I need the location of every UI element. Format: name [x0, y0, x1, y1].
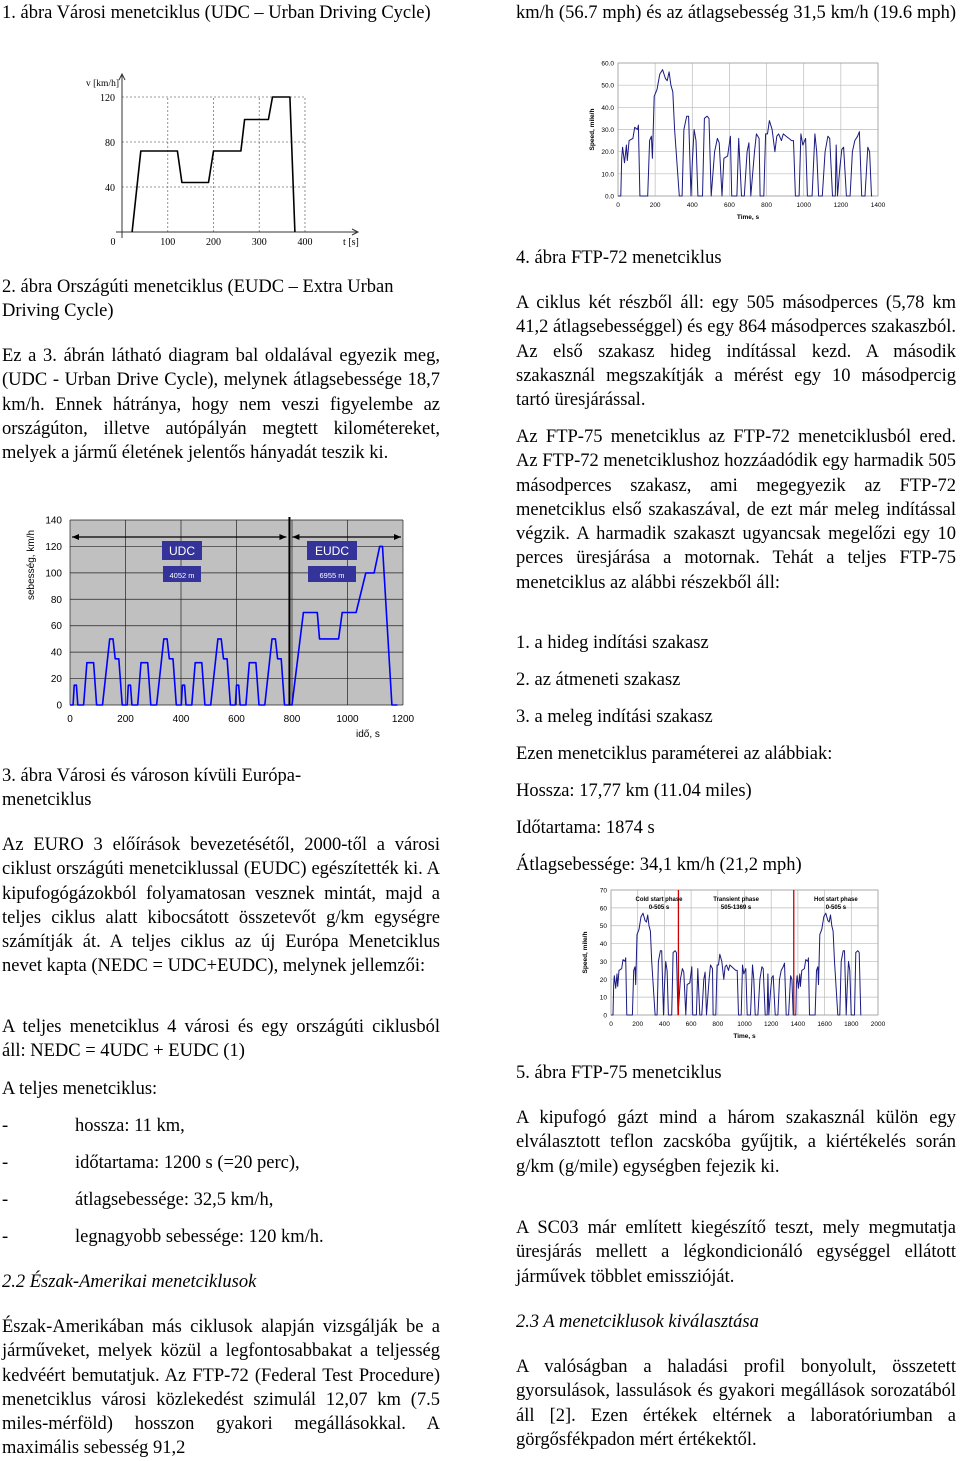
y-tick-label: 0.0	[605, 194, 614, 201]
y-tick-label: 140	[45, 516, 62, 527]
x-tick-label: 1200	[392, 714, 415, 725]
y-tick-label: 60	[51, 621, 63, 632]
y-tick-label: 40	[105, 183, 115, 194]
y-tick-label: 30	[600, 959, 608, 966]
y-tick-label: 100	[45, 568, 62, 579]
annotation-value: 6955 m	[319, 571, 344, 580]
x-tick-label: 200	[632, 1021, 643, 1028]
y-tick-label: 10	[600, 995, 608, 1002]
y-tick-label: 120	[45, 542, 62, 553]
x-tick-label: 200	[117, 714, 134, 725]
annotation-value: 4052 m	[169, 571, 194, 580]
x-tick-label: 1800	[844, 1021, 859, 1028]
x-tick-label: 800	[712, 1021, 723, 1028]
x-tick-label: 1400	[871, 202, 886, 209]
y-axis-label: sebesség, km/h	[26, 530, 37, 600]
x-tick-label: 600	[724, 202, 735, 209]
annotation-label: EUDC	[315, 544, 349, 558]
y-tick-label: 40	[51, 648, 63, 659]
x-tick-label: 400	[298, 237, 313, 248]
x-tick-label: 1600	[817, 1021, 832, 1028]
x-tick-label: 300	[252, 237, 267, 248]
y-tick-label: 20	[600, 977, 608, 984]
x-tick-label: 800	[284, 714, 301, 725]
x-tick-label: 1400	[791, 1021, 806, 1028]
x-tick-label: 0	[111, 237, 116, 248]
y-axis-label: Speed, mile/h	[582, 932, 589, 974]
y-tick-label: 20	[51, 674, 63, 685]
series-line	[618, 69, 873, 197]
x-tick-label: 2000	[871, 1021, 886, 1028]
x-tick-label: 800	[761, 202, 772, 209]
x-tick-label: 400	[687, 202, 698, 209]
y-tick-label: 40.0	[601, 105, 614, 112]
y-tick-label: 0	[603, 1013, 607, 1020]
x-tick-label: 1000	[796, 202, 811, 209]
x-tick-label: 200	[650, 202, 661, 209]
x-tick-label: 400	[659, 1021, 670, 1028]
y-tick-label: 80	[51, 595, 63, 606]
y-tick-label: 0	[56, 701, 62, 712]
phase-range: 0-505 s	[826, 905, 847, 911]
y-axis-label: v [km/h]	[86, 79, 119, 89]
y-axis-label: Speed, mile/h	[589, 109, 596, 151]
x-tick-label: 1200	[764, 1021, 779, 1028]
x-tick-label: 600	[686, 1021, 697, 1028]
figures: 40801200 100 200 300 400v [km/h]t [s]0204060…	[26, 61, 886, 1041]
y-tick-label: 20.0	[601, 149, 614, 156]
series-line	[611, 912, 862, 1016]
phase-range: 0-505 s	[649, 905, 670, 911]
x-axis-label: Time, s	[737, 214, 760, 221]
phase-range: 505-1369 s	[721, 905, 752, 911]
x-axis-label: idő, s	[356, 729, 380, 740]
y-tick-label: 10.0	[601, 171, 614, 178]
x-tick-label: 1000	[336, 714, 359, 725]
phase-label: Transient phase	[713, 897, 759, 903]
x-tick-label: 0	[609, 1021, 613, 1028]
y-tick-label: 50	[600, 923, 608, 930]
y-tick-label: 50.0	[601, 83, 614, 90]
x-axis-label: Time, s	[733, 1033, 756, 1040]
annotation-label: UDC	[169, 544, 195, 558]
y-tick-label: 30.0	[601, 127, 614, 134]
x-tick-label: 1000	[737, 1021, 752, 1028]
phase-label: Cold start phase	[635, 897, 683, 903]
phase-label: Hot start phase	[814, 897, 858, 903]
x-tick-label: 100	[160, 237, 175, 248]
x-tick-label: 0	[67, 714, 73, 725]
y-tick-label: 40	[600, 941, 608, 948]
y-tick-label: 80	[105, 138, 115, 149]
x-tick-label: 600	[228, 714, 245, 725]
x-tick-label: 1200	[834, 202, 849, 209]
x-tick-label: 400	[173, 714, 190, 725]
y-tick-label: 120	[100, 93, 115, 104]
x-tick-label: 0	[616, 202, 620, 209]
y-tick-label: 60	[600, 905, 608, 912]
y-tick-label: 70	[600, 888, 608, 895]
x-axis-label: t [s]	[343, 237, 359, 248]
x-tick-label: 200	[206, 237, 221, 248]
y-tick-label: 60.0	[601, 61, 614, 68]
